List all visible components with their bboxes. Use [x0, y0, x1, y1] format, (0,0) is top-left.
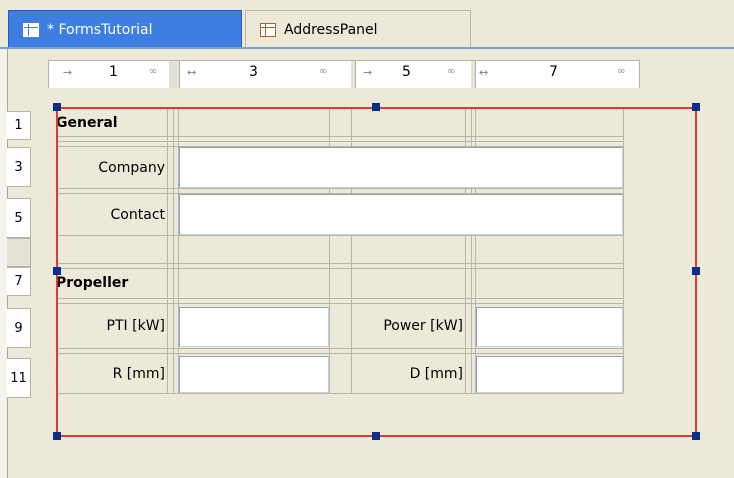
resize-horizontal-icon: ↔ [479, 66, 489, 79]
resize-handle-top-left[interactable] [53, 103, 61, 111]
row-header-cell[interactable]: 11 [7, 358, 31, 398]
panel-icon [260, 22, 276, 37]
column-header-cell-3[interactable]: ↔ 3 ∞ [179, 61, 352, 88]
row-header-cell[interactable]: 5 [7, 198, 31, 238]
infinity-icon: ∞ [447, 66, 456, 77]
resize-handle-top-center[interactable] [372, 103, 380, 111]
resize-handle-bottom-center[interactable] [372, 432, 380, 440]
tab-underline [0, 47, 734, 49]
tab-label: * FormsTutorial [47, 21, 153, 38]
tab-address-panel[interactable]: AddressPanel [245, 10, 471, 48]
arrow-right-icon: → [63, 66, 73, 79]
row-header: 1 3 5 7 9 11 [7, 111, 32, 398]
column-header: → 1 ∞ ↔ 3 ∞ → 5 ∞ ↔ 7 ∞ [48, 60, 640, 89]
selection-rectangle[interactable] [56, 107, 697, 437]
resize-handle-middle-left[interactable] [53, 267, 61, 275]
row-header-cell[interactable]: 9 [7, 308, 31, 348]
column-number: 3 [249, 64, 258, 80]
infinity-icon: ∞ [617, 66, 626, 77]
row-header-gap[interactable] [7, 238, 31, 267]
column-number: 1 [109, 64, 118, 80]
row-header-cell[interactable]: 3 [7, 147, 31, 187]
row-header-cell[interactable]: 7 [7, 267, 31, 296]
arrow-right-icon: → [363, 66, 373, 79]
row-header-cell[interactable]: 1 [7, 111, 31, 140]
column-header-cell-7[interactable]: ↔ 7 ∞ [475, 61, 639, 88]
column-number: 5 [402, 64, 411, 80]
form-design-canvas[interactable]: General Company Contact Propeller PTI [k… [33, 88, 734, 478]
column-header-cell-5[interactable]: → 5 ∞ [355, 61, 472, 88]
column-number: 7 [549, 64, 558, 80]
resize-horizontal-icon: ↔ [187, 66, 197, 79]
form-icon [23, 22, 39, 37]
resize-handle-middle-right[interactable] [692, 267, 700, 275]
tab-label: AddressPanel [284, 21, 378, 38]
tab-forms-tutorial[interactable]: * FormsTutorial [8, 10, 242, 48]
resize-handle-bottom-left[interactable] [53, 432, 61, 440]
editor-tab-bar: * FormsTutorial AddressPanel [0, 0, 734, 49]
infinity-icon: ∞ [319, 66, 328, 77]
resize-handle-bottom-right[interactable] [692, 432, 700, 440]
resize-handle-top-right[interactable] [692, 103, 700, 111]
infinity-icon: ∞ [149, 66, 158, 77]
column-header-cell-1[interactable]: → 1 ∞ [49, 61, 170, 88]
